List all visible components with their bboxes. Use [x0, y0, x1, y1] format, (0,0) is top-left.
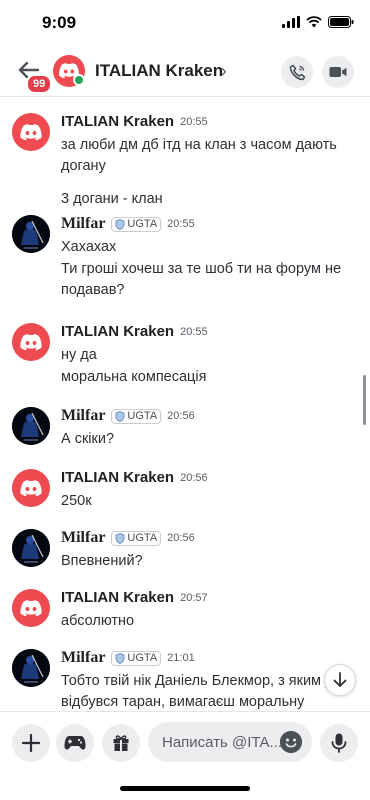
gamepad-icon	[64, 736, 86, 750]
author-name[interactable]: ITALIAN Kraken	[61, 323, 174, 340]
voice-call-button[interactable]	[281, 56, 313, 88]
shield-icon	[116, 410, 125, 422]
author-line: Milfar UGTA 20:55	[61, 215, 195, 233]
video-call-button[interactable]	[322, 56, 354, 88]
message-list[interactable]: ITALIAN Kraken 20:55 за люби дм дб ітд н…	[0, 97, 370, 711]
status-icons	[282, 16, 354, 28]
status-bar: 9:09	[0, 0, 370, 48]
user-avatar-image-icon	[12, 407, 50, 445]
author-line: Milfar UGTA 20:56	[61, 529, 195, 547]
author-avatar[interactable]	[12, 113, 50, 151]
message-time: 21:01	[167, 652, 195, 664]
message-text: абсолютно	[61, 613, 135, 629]
discord-logo-icon	[20, 479, 42, 496]
server-tag-label: UGTA	[127, 410, 158, 422]
message-input-placeholder: Написать @ITA...	[162, 733, 282, 751]
server-tag[interactable]: UGTA	[111, 650, 162, 666]
chevron-right-icon[interactable]: ›	[221, 61, 227, 81]
server-tag-label: UGTA	[127, 218, 158, 230]
message-text: А скіки?	[61, 431, 115, 447]
message-time: 20:55	[180, 115, 208, 128]
author-avatar[interactable]	[12, 215, 50, 253]
message-text: Ти гроші хочеш за те шоб ти на форум не …	[61, 261, 342, 298]
server-tag-label: UGTA	[127, 532, 158, 544]
user-avatar-image-icon	[12, 649, 50, 687]
video-camera-icon	[329, 67, 347, 77]
gift-icon	[113, 735, 129, 751]
add-attachment-button[interactable]	[12, 724, 50, 762]
message-text: за люби дм дб ітд на клан з часом дають …	[61, 137, 337, 174]
author-avatar[interactable]	[12, 323, 50, 361]
author-name[interactable]: Milfar	[61, 649, 105, 667]
author-name[interactable]: ITALIAN Kraken	[61, 589, 174, 606]
author-name[interactable]: Milfar	[61, 407, 105, 425]
message-time: 20:55	[180, 325, 208, 338]
message-time: 20:56	[167, 532, 195, 544]
discord-logo-icon	[20, 333, 42, 350]
wifi-icon	[306, 16, 322, 28]
voice-message-button[interactable]	[320, 724, 358, 762]
message-composer: Написать @ITA...	[0, 711, 370, 771]
user-avatar-image-icon	[12, 215, 50, 253]
message-text: 250к	[61, 493, 92, 509]
author-avatar[interactable]	[12, 649, 50, 687]
discord-logo-icon	[20, 123, 42, 140]
author-avatar[interactable]	[12, 589, 50, 627]
author-name[interactable]: ITALIAN Kraken	[61, 113, 174, 130]
message-time: 20:57	[180, 591, 208, 604]
message-time: 20:55	[167, 218, 195, 230]
phone-icon	[289, 64, 305, 80]
jump-to-latest-button[interactable]	[324, 664, 356, 696]
author-line: ITALIAN Kraken 20:56	[61, 469, 208, 486]
emoji-picker-icon[interactable]	[280, 731, 302, 753]
smiley-icon	[280, 731, 302, 753]
server-tag-label: UGTA	[127, 652, 158, 664]
message-text: 3 догани - клан	[61, 191, 163, 207]
arrow-down-icon	[333, 672, 347, 687]
discord-logo-icon	[20, 599, 42, 616]
message-text: моральна компесація	[61, 369, 207, 385]
shield-icon	[116, 652, 125, 664]
message-text: Впевнений?	[61, 553, 143, 569]
author-line: ITALIAN Kraken 20:55	[61, 113, 208, 130]
activities-button[interactable]	[56, 724, 94, 762]
server-tag[interactable]: UGTA	[111, 530, 162, 546]
author-name[interactable]: Milfar	[61, 215, 105, 233]
user-avatar-image-icon	[12, 529, 50, 567]
battery-icon	[328, 16, 354, 28]
message-text: Хахахах	[61, 239, 117, 255]
message-time: 20:56	[167, 410, 195, 422]
author-line: Milfar UGTA 21:01	[61, 649, 195, 667]
chat-header: 99 ITALIAN Kraken ›	[0, 48, 370, 94]
unread-badge: 99	[26, 74, 53, 94]
channel-title[interactable]: ITALIAN Kraken	[95, 61, 223, 81]
signal-icon	[282, 16, 300, 28]
message-time: 20:56	[180, 471, 208, 484]
shield-icon	[116, 532, 125, 544]
author-line: Milfar UGTA 20:56	[61, 407, 195, 425]
author-avatar[interactable]	[12, 469, 50, 507]
author-avatar[interactable]	[12, 529, 50, 567]
message-text: Тобто твій нік Даніель Блекмор, з яким у…	[61, 673, 333, 710]
author-line: ITALIAN Kraken 20:55	[61, 323, 208, 340]
message-text: ну да	[61, 347, 97, 363]
message-input[interactable]: Написать @ITA...	[148, 722, 312, 762]
scrollbar[interactable]	[363, 375, 366, 425]
author-name[interactable]: ITALIAN Kraken	[61, 469, 174, 486]
server-tag[interactable]: UGTA	[111, 408, 162, 424]
status-time: 9:09	[42, 13, 77, 32]
shield-icon	[116, 218, 125, 230]
author-line: ITALIAN Kraken 20:57	[61, 589, 208, 606]
plus-icon	[22, 734, 40, 752]
author-name[interactable]: Milfar	[61, 529, 105, 547]
gift-button[interactable]	[102, 724, 140, 762]
author-avatar[interactable]	[12, 407, 50, 445]
server-tag[interactable]: UGTA	[111, 216, 162, 232]
home-indicator[interactable]	[120, 786, 250, 791]
microphone-icon	[331, 733, 347, 753]
online-status-dot	[73, 74, 85, 86]
